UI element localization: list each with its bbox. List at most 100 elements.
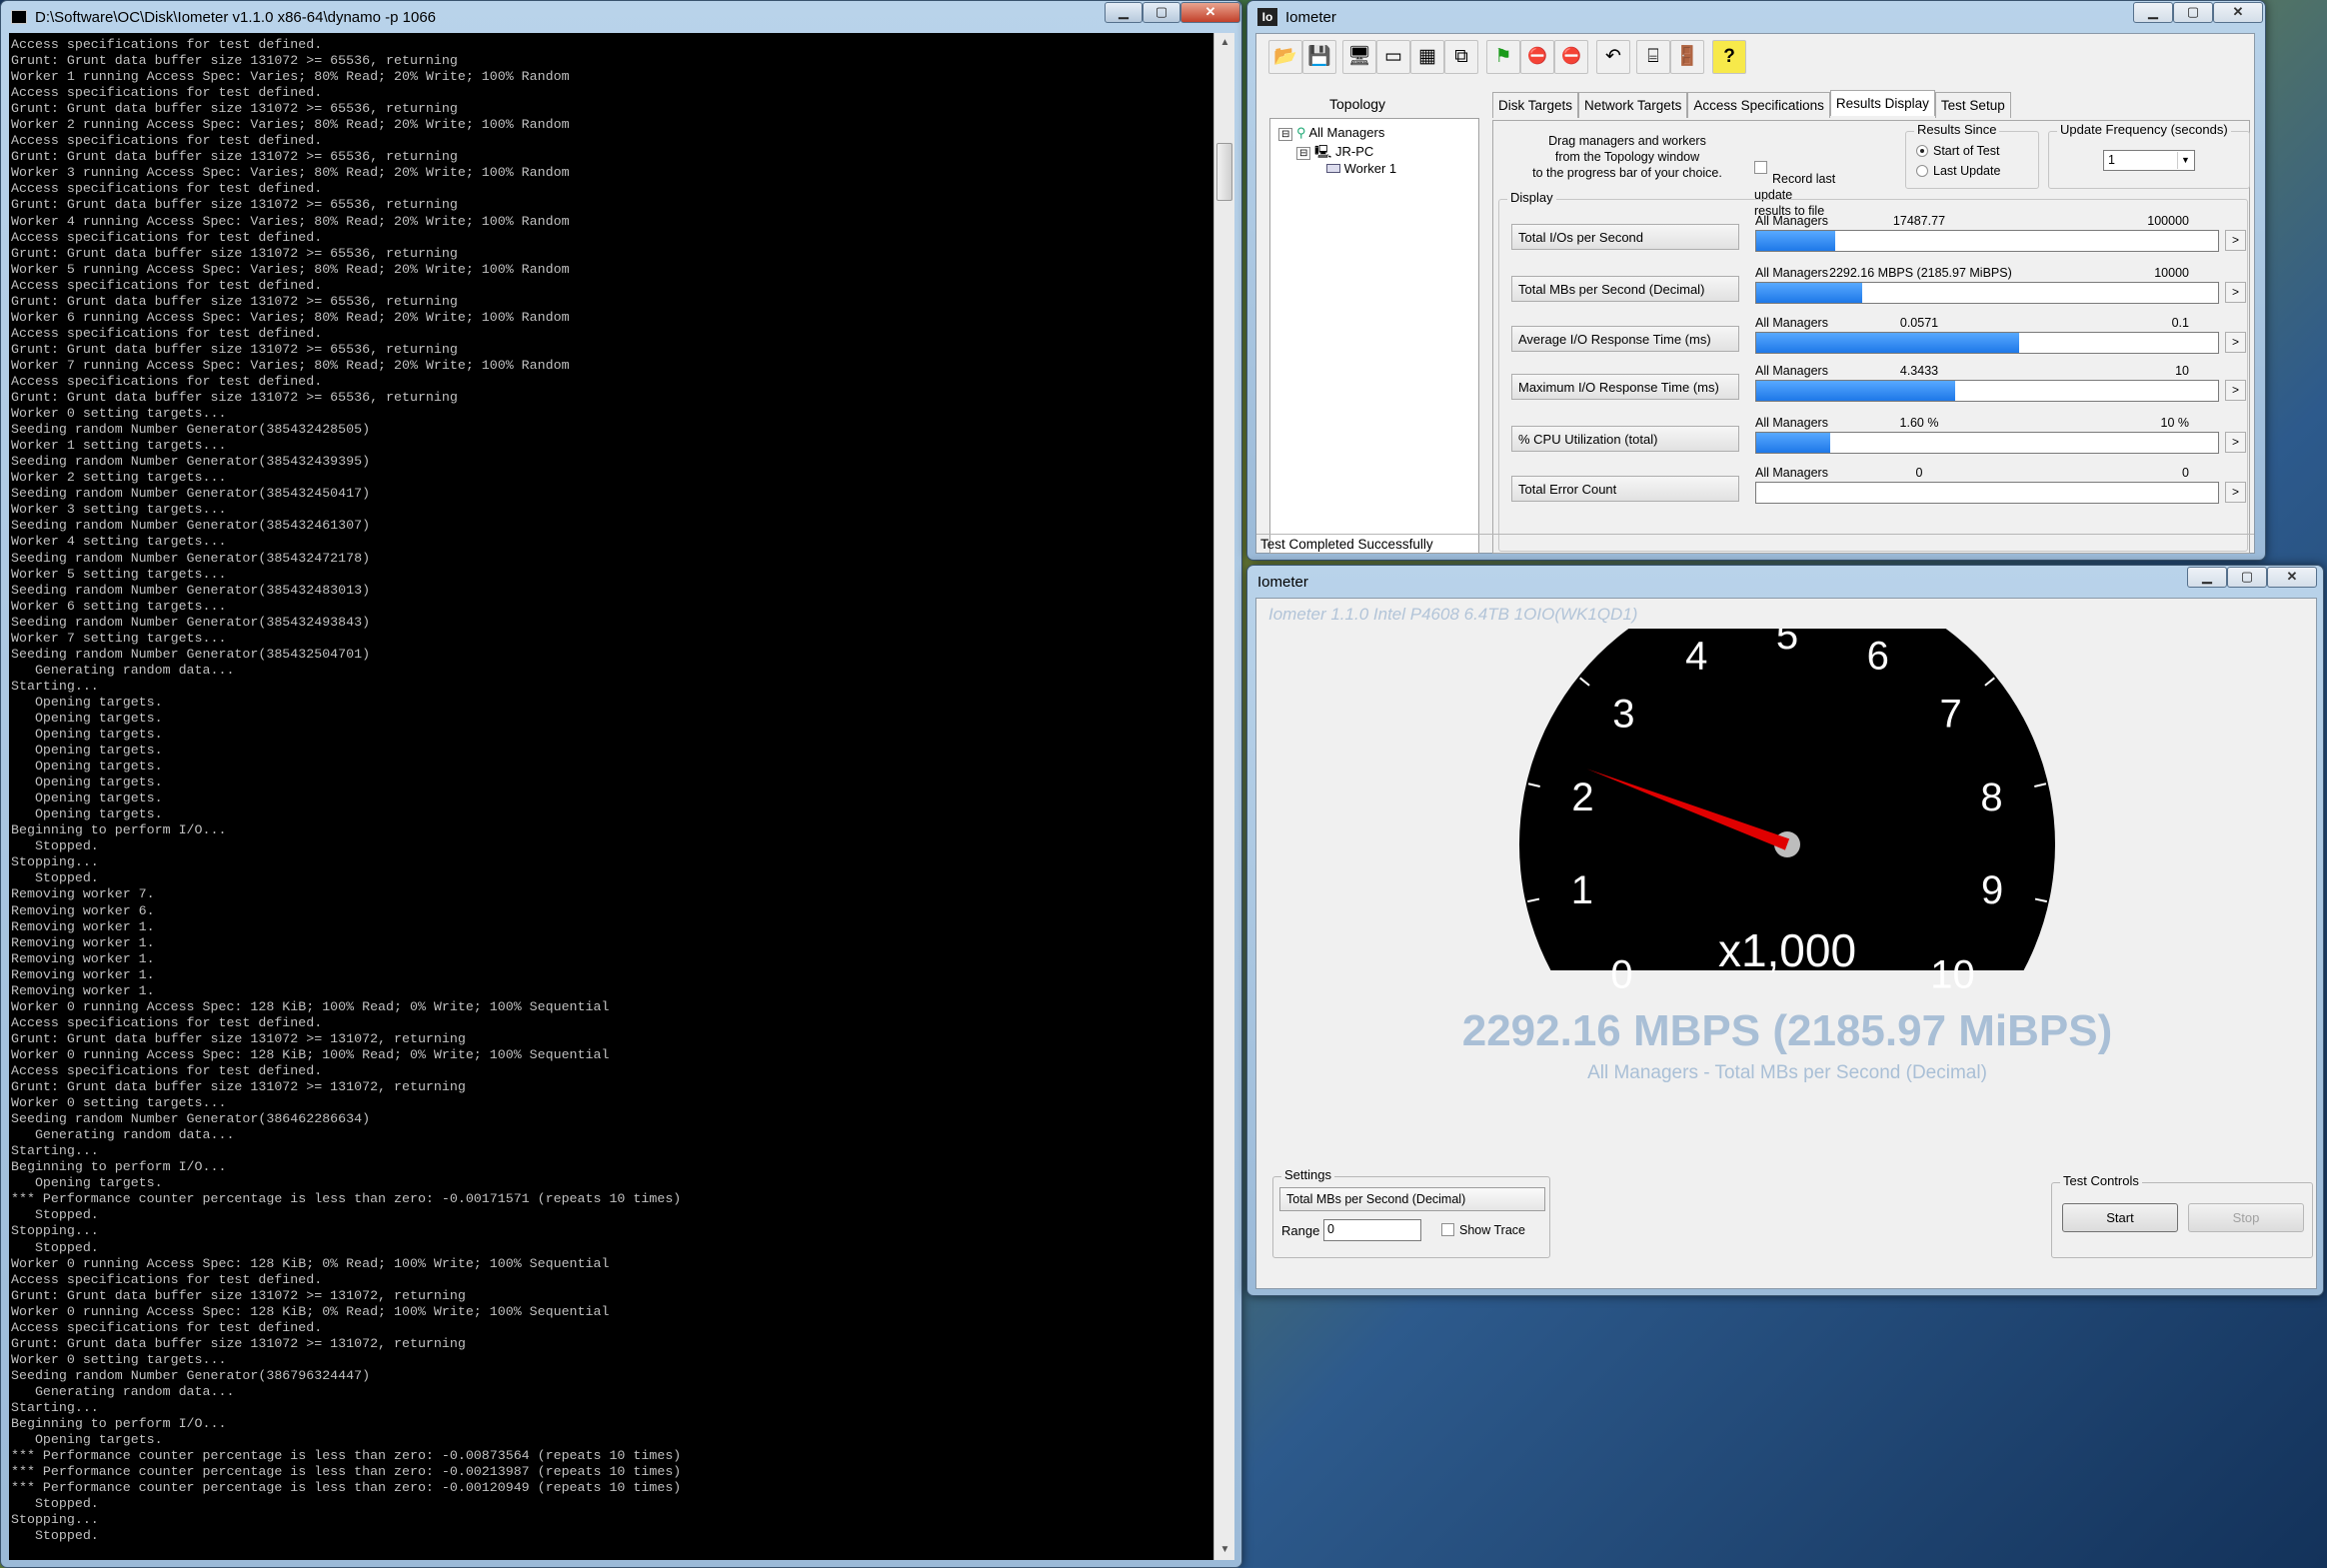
new-worker-icon[interactable]: ▭	[1376, 40, 1410, 74]
stop-all-icon[interactable]: ⛔	[1554, 40, 1588, 74]
reset-workers-icon[interactable]: ↶	[1596, 40, 1630, 74]
scroll-down-arrow-icon[interactable]: ▼	[1214, 1540, 1235, 1560]
exit-icon[interactable]: 🚪	[1670, 40, 1704, 74]
metric-arrow-button[interactable]: >	[2225, 432, 2246, 453]
stop-icon[interactable]: ⛔	[1520, 40, 1554, 74]
metric-arrow-button[interactable]: >	[2225, 332, 2246, 353]
metric-button[interactable]: Total Error Count	[1511, 476, 1739, 502]
copy-worker-icon[interactable]: ⧉	[1444, 40, 1478, 74]
console-output[interactable]: Access specifications for test defined. …	[9, 33, 1221, 1560]
gauge-number: 8	[1980, 776, 2002, 819]
chevron-down-icon[interactable]: ▼	[2177, 152, 2193, 169]
metric-button[interactable]: Average I/O Response Time (ms)	[1511, 326, 1739, 352]
gauge-number: 7	[1940, 692, 1962, 736]
metric-arrow-button[interactable]: >	[2225, 230, 2246, 251]
console-window[interactable]: D:\Software\OC\Disk\Iometer v1.1.0 x86-6…	[0, 0, 1242, 1568]
gauge-number: 6	[1867, 635, 1889, 679]
console-window-controls: ▁ ▢ ✕	[1105, 2, 1240, 23]
metric-arrow-button[interactable]: >	[2225, 380, 2246, 401]
radio-start-of-test[interactable]: Start of Test	[1916, 144, 1999, 158]
metric-progress-bar	[1755, 432, 2219, 454]
metric-progress-fill	[1756, 381, 1955, 401]
gauge-subtitle: Iometer 1.1.0 Intel P4608 6.4TB 1OIO(WK1…	[1268, 605, 1638, 624]
results-since-title: Results Since	[1914, 122, 2000, 137]
update-frequency-select[interactable]: 1 ▼	[2103, 150, 2195, 171]
results-since-group: Results Since Start of Test Last Update	[1905, 122, 2039, 189]
display-group: Display Total I/Os per Second All Manager…	[1498, 190, 2248, 552]
iometer-gauge-window[interactable]: Iometer ▁ ▢ ✕ Iometer 1.1.0 Intel P4608 …	[1246, 565, 2324, 1296]
minimize-button[interactable]: ▁	[2187, 567, 2227, 588]
open-icon[interactable]: 📂	[1268, 40, 1302, 74]
metric-source: All Managers	[1755, 266, 1828, 280]
new-network-worker-icon[interactable]: ▦	[1410, 40, 1444, 74]
close-button[interactable]: ✕	[1180, 2, 1240, 23]
metric-selector-button[interactable]: Total MBs per Second (Decimal)	[1279, 1187, 1545, 1211]
maximize-button[interactable]: ▢	[2173, 2, 2213, 23]
metric-button[interactable]: Total I/Os per Second	[1511, 224, 1739, 250]
gauge-client: Iometer 1.1.0 Intel P4608 6.4TB 1OIO(WK1…	[1255, 598, 2317, 1289]
metric-arrow-button[interactable]: >	[2225, 282, 2246, 303]
metric-value: 0	[1915, 466, 1923, 480]
new-manager-icon[interactable]: 🖥	[1342, 40, 1376, 74]
metric-progress-bar	[1755, 380, 2219, 402]
minimize-button[interactable]: ▁	[2133, 2, 2173, 23]
tree-item-all-managers[interactable]: ⊟ ⚲ All Managers	[1278, 125, 1384, 141]
maximize-button[interactable]: ▢	[1143, 2, 1180, 23]
metric-button[interactable]: Maximum I/O Response Time (ms)	[1511, 374, 1739, 400]
gauge-title: Iometer	[1257, 573, 1308, 591]
gauge-number: 9	[1981, 868, 2003, 912]
metric-progress-fill	[1756, 283, 1863, 303]
radio-last-update[interactable]: Last Update	[1916, 164, 2000, 178]
metric-button[interactable]: % CPU Utilization (total)	[1511, 426, 1739, 452]
status-text: Test Completed Successfully	[1260, 537, 1433, 552]
console-titlebar[interactable]: D:\Software\OC\Disk\Iometer v1.1.0 x86-6…	[1, 1, 1241, 33]
computer-icon: 🖳	[1314, 144, 1332, 159]
metric-max: 10000	[2154, 266, 2189, 280]
scroll-up-arrow-icon[interactable]: ▲	[1214, 33, 1235, 53]
metric-arrow-button[interactable]: >	[2225, 482, 2246, 503]
metric-source: All Managers	[1755, 214, 1828, 228]
tab-results-display[interactable]: Results Display	[1829, 90, 1935, 116]
update-frequency-title: Update Frequency (seconds)	[2057, 122, 2231, 137]
topology-tree[interactable]: ⊟ ⚲ All Managers ⊟ 🖳 JR-PC Worker 1	[1269, 118, 1479, 554]
record-check[interactable]	[1754, 161, 1767, 174]
show-trace-checkbox[interactable]: Show Trace	[1441, 1223, 1525, 1237]
scrollbar-thumb[interactable]	[1216, 143, 1232, 201]
help-icon[interactable]: ?	[1712, 40, 1746, 74]
disconnect-icon[interactable]: ⌸	[1636, 40, 1670, 74]
metric-progress-fill	[1756, 433, 1830, 453]
gauge-window-controls: ▁ ▢ ✕	[2187, 567, 2317, 588]
start-button[interactable]: Start	[2062, 1203, 2178, 1232]
maximize-button[interactable]: ▢	[2227, 567, 2267, 588]
range-input[interactable]: 0	[1323, 1219, 1421, 1241]
tab-disk-targets[interactable]: Disk Targets	[1492, 92, 1579, 118]
close-button[interactable]: ✕	[2213, 2, 2263, 23]
metric-progress-bar	[1755, 332, 2219, 354]
gauge-number: 2	[1571, 776, 1593, 819]
stop-button[interactable]: Stop	[2188, 1203, 2304, 1232]
network-icon: ⚲	[1296, 125, 1306, 140]
metric-value: 4.3433	[1899, 364, 1939, 378]
metric-button[interactable]: Total MBs per Second (Decimal)	[1511, 276, 1739, 302]
minimize-button[interactable]: ▁	[1105, 2, 1143, 23]
start-icon[interactable]: ⚑	[1486, 40, 1520, 74]
gauge-number: 3	[1612, 692, 1634, 736]
gauge-titlebar[interactable]: Iometer	[1247, 566, 2323, 598]
metric-value: 0.0571	[1899, 316, 1939, 330]
iometer-main-window[interactable]: Io Iometer ▁ ▢ ✕ 📂 💾 🖥 ▭ ▦ ⧉ ⚑ ⛔ ⛔ ↶ ⌸ 🚪? Topology …	[1246, 0, 2266, 561]
tree-item-worker[interactable]: Worker 1	[1326, 161, 1396, 176]
test-controls-group: Test Controls Start Stop	[2051, 1173, 2313, 1258]
settings-title: Settings	[1281, 1167, 1334, 1182]
gauge-number: 10	[1930, 952, 1975, 988]
update-frequency-group: Update Frequency (seconds) 1 ▼	[2048, 122, 2250, 189]
console-scrollbar[interactable]: ▲ ▼	[1213, 33, 1234, 1560]
gauge-number: 0	[1610, 952, 1632, 988]
tab-access-specifications[interactable]: Access Specifications	[1687, 92, 1830, 118]
close-button[interactable]: ✕	[2267, 567, 2317, 588]
save-icon[interactable]: 💾	[1302, 40, 1336, 74]
iometer-titlebar[interactable]: Io Iometer	[1247, 1, 2265, 33]
tab-test-setup[interactable]: Test Setup	[1934, 92, 2011, 118]
tab-network-targets[interactable]: Network Targets	[1578, 92, 1688, 118]
metric-progress-fill	[1756, 231, 1835, 251]
settings-group: Settings Total MBs per Second (Decimal) …	[1272, 1167, 1550, 1258]
